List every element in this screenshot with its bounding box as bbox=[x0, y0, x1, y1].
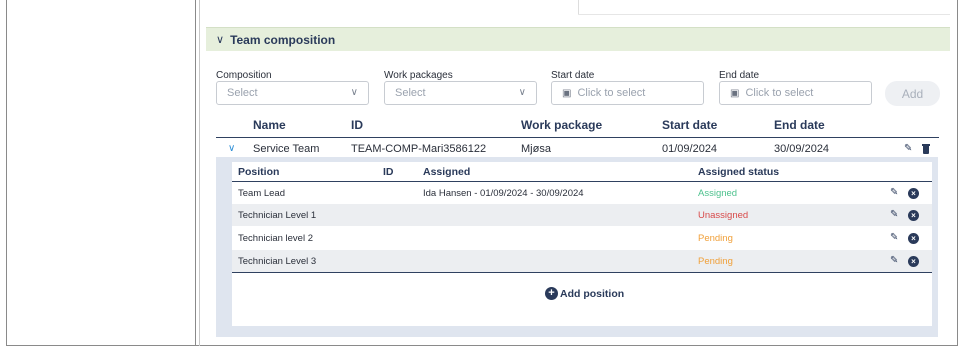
left-pane-divider-inner bbox=[199, 0, 200, 346]
col-position-id[interactable]: ID bbox=[383, 166, 394, 178]
add-position-label: Add position bbox=[560, 287, 625, 300]
table-header-rule bbox=[216, 137, 939, 138]
start-date-label: Start date bbox=[551, 70, 595, 81]
position-assigned: Ida Hansen - 01/09/2024 - 30/09/2024 bbox=[423, 188, 584, 199]
top-divider bbox=[578, 0, 579, 14]
work-packages-select[interactable]: Select ∨ bbox=[384, 81, 537, 105]
work-packages-label: Work packages bbox=[384, 70, 453, 81]
edit-icon[interactable]: ✎ bbox=[890, 232, 898, 243]
section-title: Team composition bbox=[230, 32, 336, 47]
col-id[interactable]: ID bbox=[351, 118, 363, 132]
edit-icon[interactable]: ✎ bbox=[890, 255, 898, 266]
top-rule bbox=[578, 14, 950, 15]
status-badge: Pending bbox=[698, 233, 733, 244]
col-start-date[interactable]: Start date bbox=[662, 118, 717, 132]
table-row[interactable]: Team Lead Ida Hansen - 01/09/2024 - 30/0… bbox=[232, 182, 932, 204]
end-date-placeholder: Click to select bbox=[745, 87, 814, 99]
position-name: Technician level 2 bbox=[238, 233, 313, 244]
remove-icon[interactable]: × bbox=[908, 256, 919, 267]
col-end-date[interactable]: End date bbox=[774, 118, 825, 132]
work-packages-placeholder: Select bbox=[395, 87, 426, 99]
col-assigned[interactable]: Assigned bbox=[423, 166, 470, 178]
plus-circle-icon: + bbox=[545, 287, 558, 300]
edit-icon[interactable]: ✎ bbox=[890, 187, 898, 198]
end-date-label: End date bbox=[719, 70, 760, 81]
col-name[interactable]: Name bbox=[253, 118, 286, 132]
edit-icon[interactable]: ✎ bbox=[904, 143, 912, 154]
chevron-down-icon[interactable]: ∨ bbox=[228, 143, 235, 154]
composition-label: Composition bbox=[216, 70, 272, 81]
composition-placeholder: Select bbox=[227, 87, 258, 99]
calendar-icon: ▣ bbox=[562, 87, 572, 99]
row-start-date: 01/09/2024 bbox=[662, 143, 718, 155]
trash-icon[interactable] bbox=[922, 144, 930, 154]
chevron-down-icon: ∨ bbox=[350, 87, 358, 98]
col-work-package[interactable]: Work package bbox=[521, 118, 602, 132]
table-row[interactable]: Technician level 2 Pending ✎ × bbox=[232, 227, 932, 249]
status-badge: Assigned bbox=[698, 188, 738, 199]
start-date-placeholder: Click to select bbox=[577, 87, 646, 99]
positions-footer-rule bbox=[232, 272, 932, 273]
table-row[interactable]: Technician Level 1 Unassigned ✎ × bbox=[232, 204, 932, 226]
chevron-down-icon: ∨ bbox=[216, 34, 225, 46]
team-composition-header[interactable]: ∨ Team composition bbox=[206, 27, 950, 51]
left-pane-divider bbox=[195, 0, 196, 346]
edit-icon[interactable]: ✎ bbox=[890, 209, 898, 220]
remove-icon[interactable]: × bbox=[908, 233, 919, 244]
position-name: Technician Level 3 bbox=[238, 256, 317, 267]
add-button[interactable]: Add bbox=[885, 81, 940, 106]
status-badge: Unassigned bbox=[698, 210, 749, 221]
row-work-package: Mjøsa bbox=[521, 143, 551, 155]
row-id: TEAM-COMP-Mari3586122 bbox=[351, 143, 487, 155]
row-end-date: 30/09/2024 bbox=[774, 143, 830, 155]
calendar-icon: ▣ bbox=[730, 87, 740, 99]
position-name: Technician Level 1 bbox=[238, 210, 317, 221]
table-row[interactable]: Technician Level 3 Pending ✎ × bbox=[232, 250, 932, 272]
status-badge: Pending bbox=[698, 256, 733, 267]
start-date-picker[interactable]: ▣ Click to select bbox=[551, 81, 704, 105]
chevron-down-icon: ∨ bbox=[518, 87, 526, 98]
col-position[interactable]: Position bbox=[238, 166, 279, 178]
position-name: Team Lead bbox=[238, 188, 286, 199]
row-name: Service Team bbox=[253, 143, 320, 155]
end-date-picker[interactable]: ▣ Click to select bbox=[719, 81, 872, 105]
composition-select[interactable]: Select ∨ bbox=[216, 81, 369, 105]
remove-icon[interactable]: × bbox=[908, 210, 919, 221]
add-position-button[interactable]: + Add position bbox=[545, 287, 624, 300]
remove-icon[interactable]: × bbox=[908, 188, 919, 199]
col-assigned-status[interactable]: Assigned status bbox=[698, 166, 779, 178]
